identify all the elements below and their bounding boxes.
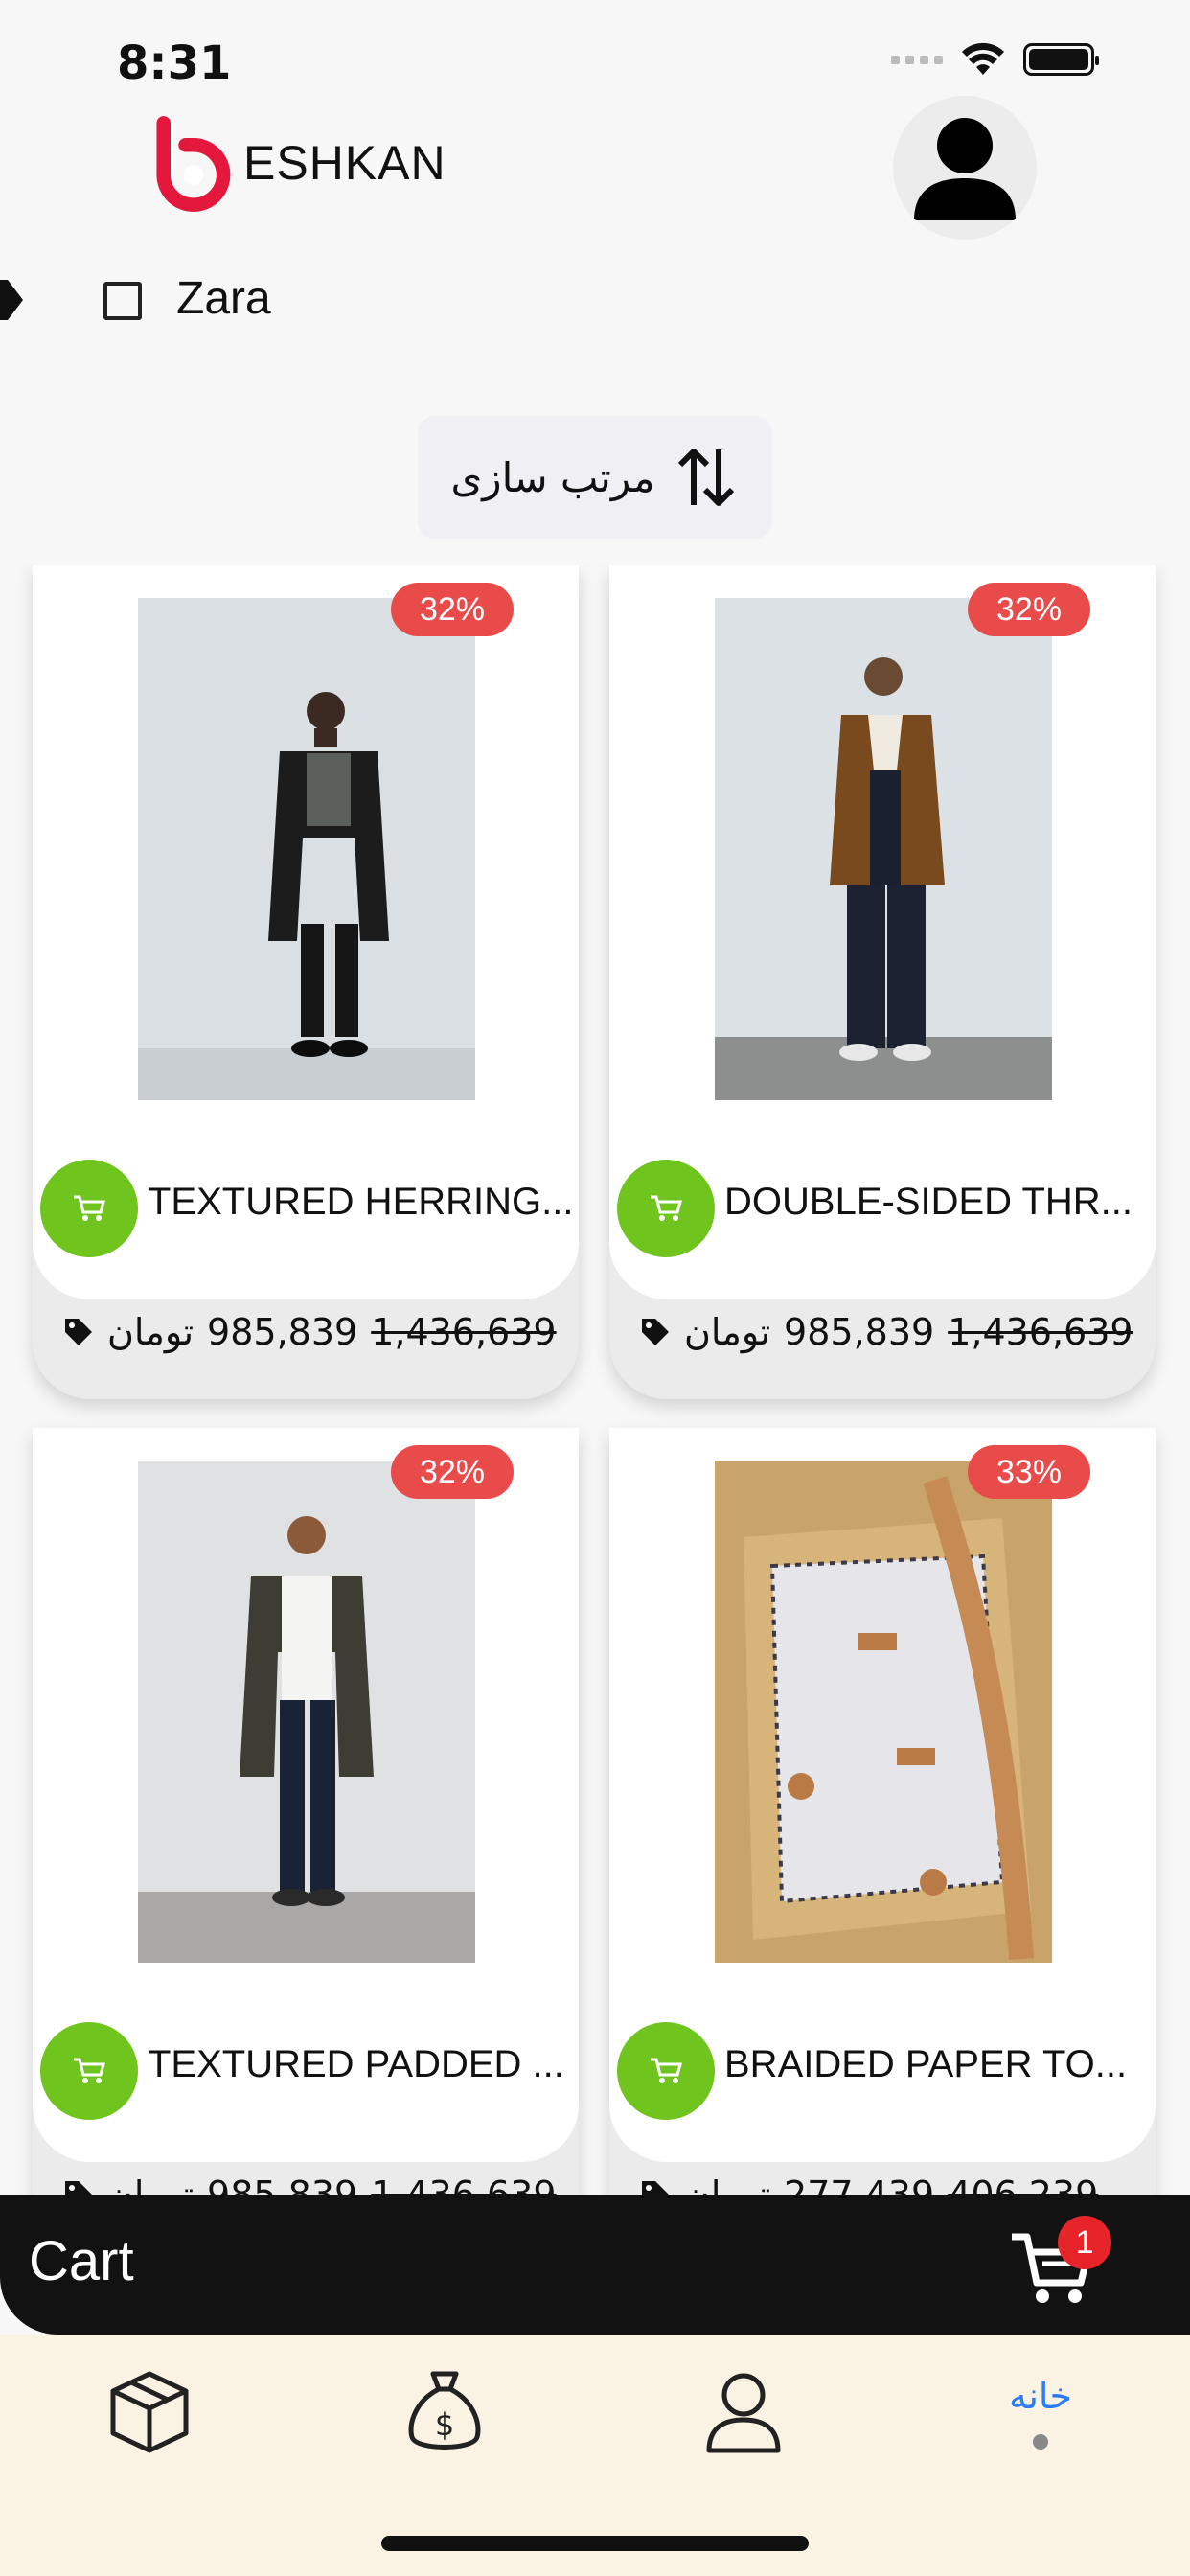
discount-badge: 32%	[968, 583, 1090, 636]
price-tag-icon	[642, 1319, 669, 1346]
cellular-signal-icon	[891, 55, 943, 64]
box-icon	[110, 2371, 189, 2453]
cart-icon	[74, 2058, 105, 2083]
cart-bar-label: Cart	[29, 2230, 134, 2292]
logo-text: ESHKAN	[243, 136, 446, 190]
product-name[interactable]: TEXTURED HERRING...	[148, 1181, 573, 1224]
product-card[interactable]: 32% DOUBLE-SIDED THR... تومان 985,839 1,…	[609, 565, 1156, 1399]
sale-price: 985,839	[784, 1311, 935, 1353]
wifi-icon	[962, 42, 1004, 75]
currency-label: تومان	[107, 1311, 195, 1353]
filter-checkbox[interactable]	[103, 282, 142, 320]
battery-icon	[1023, 43, 1099, 76]
active-tab-indicator	[1033, 2434, 1048, 2450]
discount-badge: 32%	[391, 583, 514, 636]
product-name[interactable]: TEXTURED PADDED ...	[148, 2043, 573, 2086]
user-icon	[706, 2373, 781, 2453]
original-price: 406,239	[948, 2174, 1099, 2195]
logo-mark-icon	[156, 116, 231, 212]
sort-button[interactable]: مرتب سازی	[418, 416, 772, 539]
product-image[interactable]	[138, 1460, 475, 1963]
sort-label: مرتب سازی	[450, 453, 655, 501]
product-grid: 32% TEXTURED HERRING... تومان 985,839 1,…	[0, 565, 1190, 2195]
add-to-cart-button[interactable]	[40, 2022, 138, 2120]
currency-label: تومان	[684, 2174, 771, 2195]
money-bag-icon: $	[408, 2371, 481, 2450]
product-image[interactable]	[138, 598, 475, 1100]
product-card[interactable]: 32% TEXTURED PADDED ... تومان 985,839 1,…	[33, 1428, 579, 2195]
add-to-cart-button[interactable]	[40, 1160, 138, 1257]
tab-products[interactable]	[82, 2359, 217, 2465]
cart-icon	[651, 2058, 682, 2083]
price-row: تومان 985,839 1,436,639	[640, 1311, 1133, 1353]
add-to-cart-button[interactable]	[617, 2022, 715, 2120]
tab-home-label: خانه	[1008, 2375, 1073, 2417]
svg-text:$: $	[435, 2406, 454, 2443]
price-row: تومان 277,439 406,239	[640, 2174, 1098, 2195]
cart-count-badge: 1	[1058, 2216, 1111, 2269]
price-row: تومان 985,839 1,436,639	[63, 1311, 557, 1353]
product-image[interactable]	[715, 598, 1052, 1100]
currency-label: تومان	[107, 2174, 195, 2195]
cart-icon	[74, 1195, 105, 1221]
status-icons	[891, 42, 1099, 77]
sale-price: 277,439	[784, 2174, 935, 2195]
status-bar: 8:31	[0, 0, 1190, 115]
filter-label[interactable]: Zara	[176, 272, 271, 325]
home-indicator	[381, 2536, 809, 2551]
product-card[interactable]: 33% BRAIDED PAPER TO... تومان 277,439 40…	[609, 1428, 1156, 2195]
original-price: 1,436,639	[948, 1311, 1133, 1353]
profile-avatar[interactable]	[893, 96, 1037, 240]
filter-scroll-arrow-icon[interactable]	[0, 278, 25, 322]
price-row: تومان 985,839 1,436,639	[63, 2174, 557, 2195]
user-avatar-icon	[914, 118, 1016, 220]
cart-icon	[651, 1195, 682, 1221]
app-logo: ESHKAN	[146, 113, 446, 213]
status-time: 8:31	[117, 36, 232, 90]
product-name[interactable]: DOUBLE-SIDED THR...	[724, 1181, 1150, 1224]
price-tag-icon	[65, 2181, 92, 2195]
original-price: 1,436,639	[371, 1311, 557, 1353]
cart-bar[interactable]: Cart 1	[0, 2195, 1190, 2334]
sale-price: 985,839	[207, 1311, 358, 1353]
discount-badge: 33%	[968, 1445, 1090, 1499]
original-price: 1,436,639	[371, 2174, 557, 2195]
sort-arrows-icon	[677, 448, 734, 506]
product-card[interactable]: 32% TEXTURED HERRING... تومان 985,839 1,…	[33, 565, 579, 1399]
add-to-cart-button[interactable]	[617, 1160, 715, 1257]
tab-payments[interactable]: $	[378, 2359, 512, 2465]
discount-badge: 32%	[391, 1445, 514, 1499]
tab-home[interactable]: خانه	[973, 2359, 1108, 2465]
currency-label: تومان	[684, 1311, 771, 1353]
product-name[interactable]: BRAIDED PAPER TO...	[724, 2043, 1150, 2086]
sale-price: 985,839	[207, 2174, 358, 2195]
product-image[interactable]	[715, 1460, 1052, 1963]
tab-profile[interactable]	[676, 2359, 811, 2465]
price-tag-icon	[642, 2181, 669, 2195]
price-tag-icon	[65, 1319, 92, 1346]
